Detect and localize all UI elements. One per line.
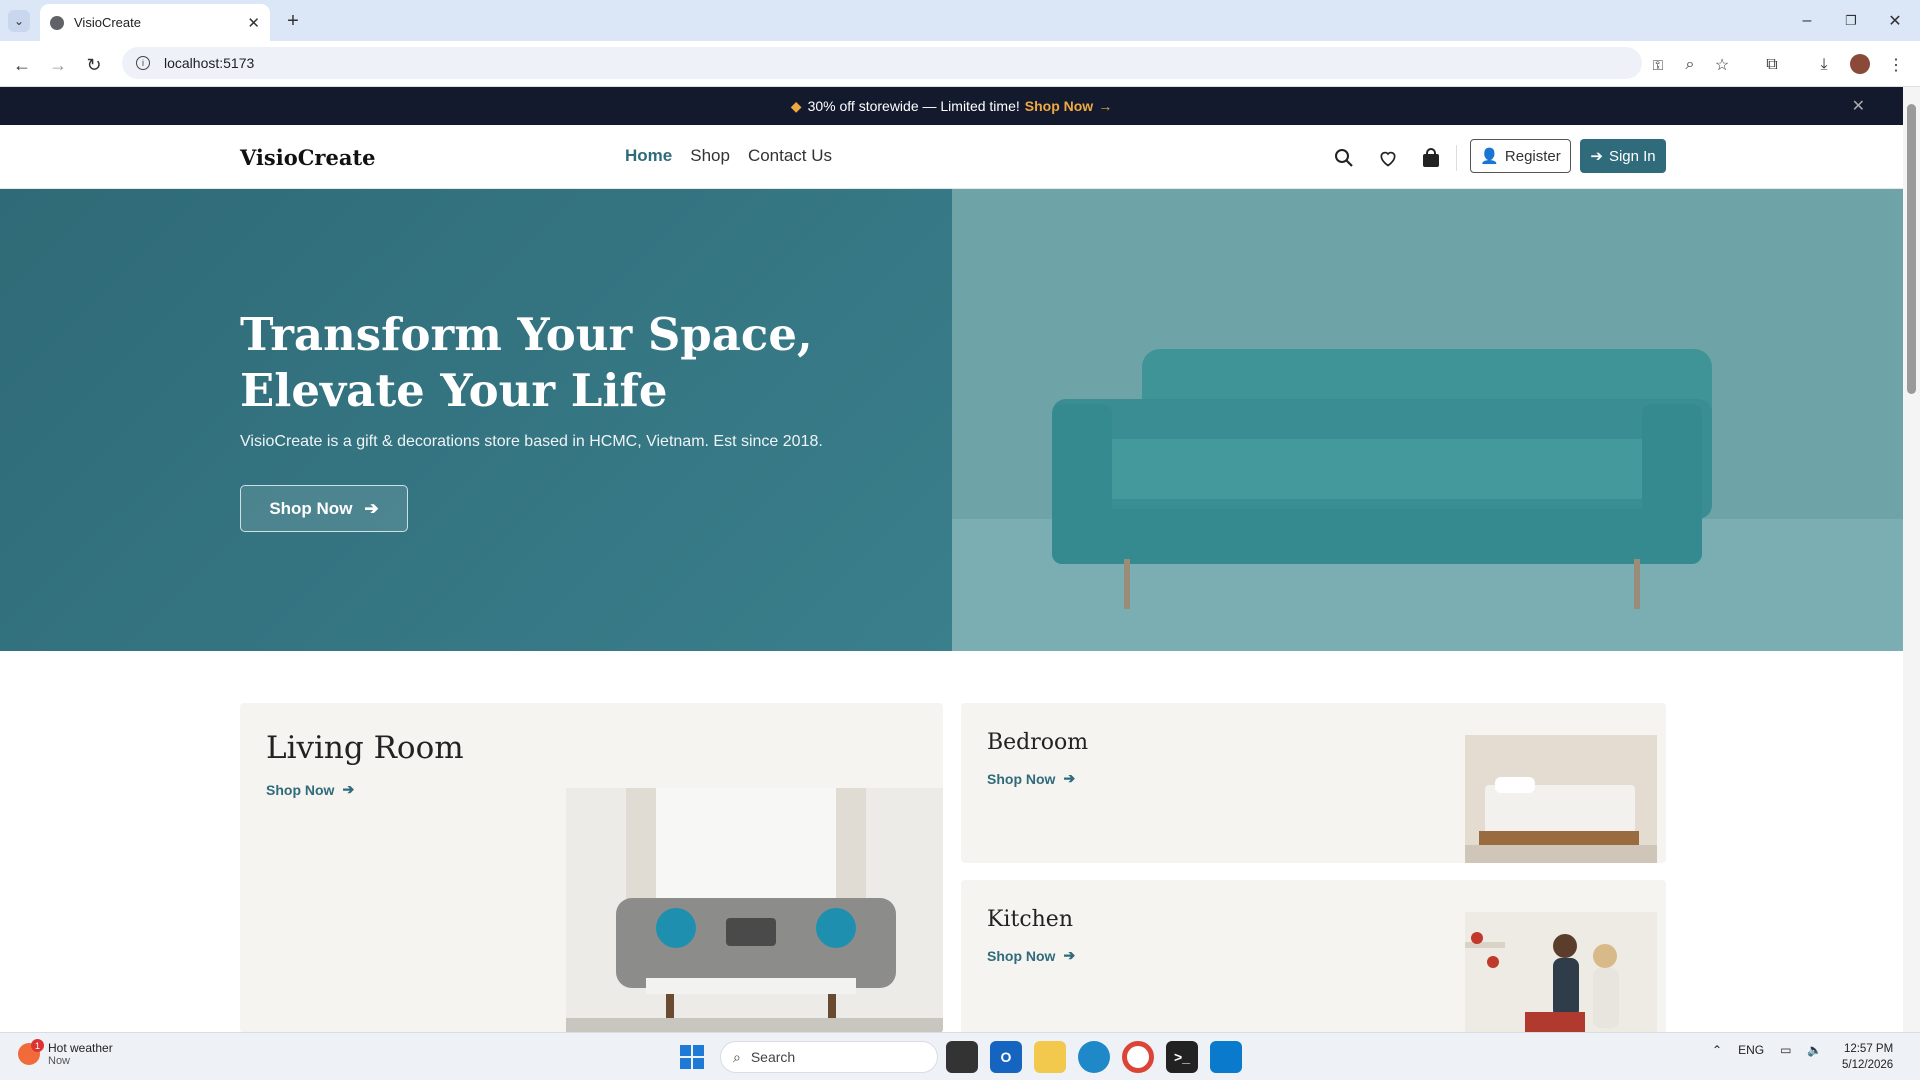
site-logo[interactable]: VisioCreate <box>240 145 376 170</box>
arrow-right-icon: ➔ <box>1063 770 1076 786</box>
nav-link-contact[interactable]: Contact Us <box>748 146 832 166</box>
hero-shop-now-button[interactable]: Shop Now ➔ <box>240 485 408 532</box>
user-plus-icon: 👤 <box>1480 148 1499 165</box>
bedroom-image <box>1465 735 1657 863</box>
category-shop-now-link[interactable]: Shop Now ➔ <box>987 947 1075 964</box>
category-title: Living Room <box>266 730 464 766</box>
outlook-icon[interactable]: O <box>990 1041 1022 1073</box>
site-header: VisioCreate Home Shop Contact Us 👤 Regis… <box>0 125 1903 189</box>
header-divider <box>1456 145 1457 171</box>
scrollbar-thumb[interactable] <box>1907 104 1916 394</box>
shop-now-label: Shop Now <box>987 770 1056 787</box>
tray-overflow-icon[interactable]: ⌃ <box>1712 1043 1722 1057</box>
system-tray: ⌃ ENG ▭ 🔈 <box>1712 1043 1822 1057</box>
file-explorer-icon[interactable] <box>1034 1041 1066 1073</box>
weather-widget[interactable]: 1 Hot weather Now <box>18 1039 113 1067</box>
window-close-icon[interactable]: ✕ <box>1884 10 1906 32</box>
clock-time: 12:57 PM <box>1843 1043 1894 1055</box>
tag-icon: ◆ <box>790 97 802 114</box>
arrow-right-icon: → <box>1098 98 1113 114</box>
arrow-right-icon: ➔ <box>342 781 355 797</box>
windows-taskbar: 1 Hot weather Now ⌕ Search O >_ ⌃ ENG ▭ … <box>0 1032 1920 1080</box>
sign-in-icon: ➔ <box>1590 148 1603 165</box>
browser-tab[interactable]: VisioCreate ✕ <box>40 4 270 41</box>
shopping-bag-icon[interactable] <box>1414 141 1448 175</box>
category-card-living-room[interactable]: Living Room Shop Now ➔ <box>240 703 943 1033</box>
notification-badge: 1 <box>31 1039 44 1052</box>
tab-title: VisioCreate <box>74 15 141 30</box>
category-shop-now-link[interactable]: Shop Now ➔ <box>987 770 1075 787</box>
register-label: Register <box>1504 147 1561 165</box>
file-manager-icon[interactable] <box>946 1041 978 1073</box>
language-indicator[interactable]: ENG <box>1738 1043 1764 1057</box>
vscode-icon[interactable] <box>1210 1041 1242 1073</box>
hero-button-label: Shop Now <box>269 498 353 518</box>
main-nav: Home Shop Contact Us <box>625 146 832 166</box>
download-icon[interactable]: ⤓ <box>1812 53 1836 77</box>
category-shop-now-link[interactable]: Shop Now ➔ <box>266 781 354 798</box>
reload-icon[interactable]: ↻ <box>82 53 106 77</box>
shop-now-label: Shop Now <box>266 781 335 798</box>
promo-shop-now-link[interactable]: Shop Now <box>1025 98 1093 114</box>
sign-in-label: Sign In <box>1608 147 1656 165</box>
category-card-bedroom[interactable]: Bedroom Shop Now ➔ <box>961 703 1666 863</box>
restore-icon[interactable]: ❐ <box>1840 10 1862 32</box>
arrow-right-icon: ➔ <box>1063 947 1076 963</box>
taskbar-search[interactable]: ⌕ Search <box>720 1041 938 1073</box>
kitchen-image <box>1465 912 1657 1040</box>
browser-tab-bar: ⌄ VisioCreate ✕ + – ❐ ✕ <box>0 0 1920 41</box>
profile-avatar[interactable] <box>1850 54 1870 74</box>
search-icon[interactable] <box>1327 141 1361 175</box>
category-card-kitchen[interactable]: Kitchen Shop Now ➔ <box>961 880 1666 1040</box>
forward-icon[interactable]: → <box>46 53 70 77</box>
register-button[interactable]: 👤 Register <box>1470 139 1571 173</box>
globe-icon <box>50 15 64 30</box>
promo-close-icon[interactable]: ✕ <box>1852 87 1865 125</box>
living-room-image <box>566 788 943 1033</box>
minimize-icon[interactable]: – <box>1796 10 1818 32</box>
hero-title-line-1: Transform Your Space, <box>240 308 813 361</box>
weather-icon: 1 <box>18 1039 44 1065</box>
arrow-right-icon: ➔ <box>364 498 379 518</box>
new-tab-icon[interactable]: + <box>282 10 304 32</box>
hero-sofa-image <box>952 189 1903 651</box>
bookmark-star-icon[interactable]: ☆ <box>1710 53 1734 77</box>
tab-search-icon[interactable]: ⌄ <box>8 10 30 32</box>
promo-banner: ◆ 30% off storewide — Limited time! Shop… <box>0 87 1903 125</box>
clock-date: 5/12/2026 <box>1842 1059 1894 1071</box>
weather-title: Hot weather <box>48 1041 113 1055</box>
hero-subtitle: VisioCreate is a gift & decorations stor… <box>240 433 823 450</box>
chrome-icon[interactable] <box>1122 1041 1154 1073</box>
windows-start-icon[interactable] <box>680 1045 704 1069</box>
address-bar[interactable]: i localhost:5173 <box>122 47 1642 79</box>
shop-now-label: Shop Now <box>987 947 1056 964</box>
close-tab-icon[interactable]: ✕ <box>247 14 260 32</box>
promo-text: 30% off storewide — Limited time! <box>807 98 1020 114</box>
volume-icon[interactable]: 🔈 <box>1807 1043 1822 1057</box>
terminal-icon[interactable]: >_ <box>1166 1041 1198 1073</box>
hero-text-panel <box>0 189 952 651</box>
site-info-icon[interactable]: i <box>136 56 150 70</box>
taskbar-search-label: Search <box>750 1049 796 1065</box>
nav-link-home[interactable]: Home <box>625 146 672 166</box>
menu-dots-icon[interactable]: ⋮ <box>1884 53 1908 77</box>
zoom-icon[interactable]: ⌕ <box>1678 53 1702 77</box>
url-text: localhost:5173 <box>164 55 255 71</box>
hero-section: Transform Your Space, Elevate Your Life … <box>0 189 1903 651</box>
category-title: Kitchen <box>987 907 1073 932</box>
edge-icon[interactable] <box>1078 1041 1110 1073</box>
extensions-icon[interactable]: ⧉ <box>1760 53 1784 77</box>
hero-title-line-2: Elevate Your Life <box>240 364 668 417</box>
sign-in-button[interactable]: ➔ Sign In <box>1580 139 1666 173</box>
search-icon: ⌕ <box>733 1048 741 1065</box>
system-clock[interactable]: 12:57 PM 5/12/2026 <box>1842 1041 1893 1073</box>
category-title: Bedroom <box>987 730 1089 755</box>
back-icon[interactable]: ← <box>10 53 34 77</box>
weather-sub: Now <box>48 1055 71 1067</box>
network-icon[interactable]: ▭ <box>1780 1043 1791 1057</box>
password-key-icon[interactable]: ⚿ <box>1646 53 1670 77</box>
heart-icon[interactable] <box>1371 141 1405 175</box>
hero-title: Transform Your Space, Elevate Your Life <box>240 307 860 419</box>
nav-link-shop[interactable]: Shop <box>690 146 730 166</box>
